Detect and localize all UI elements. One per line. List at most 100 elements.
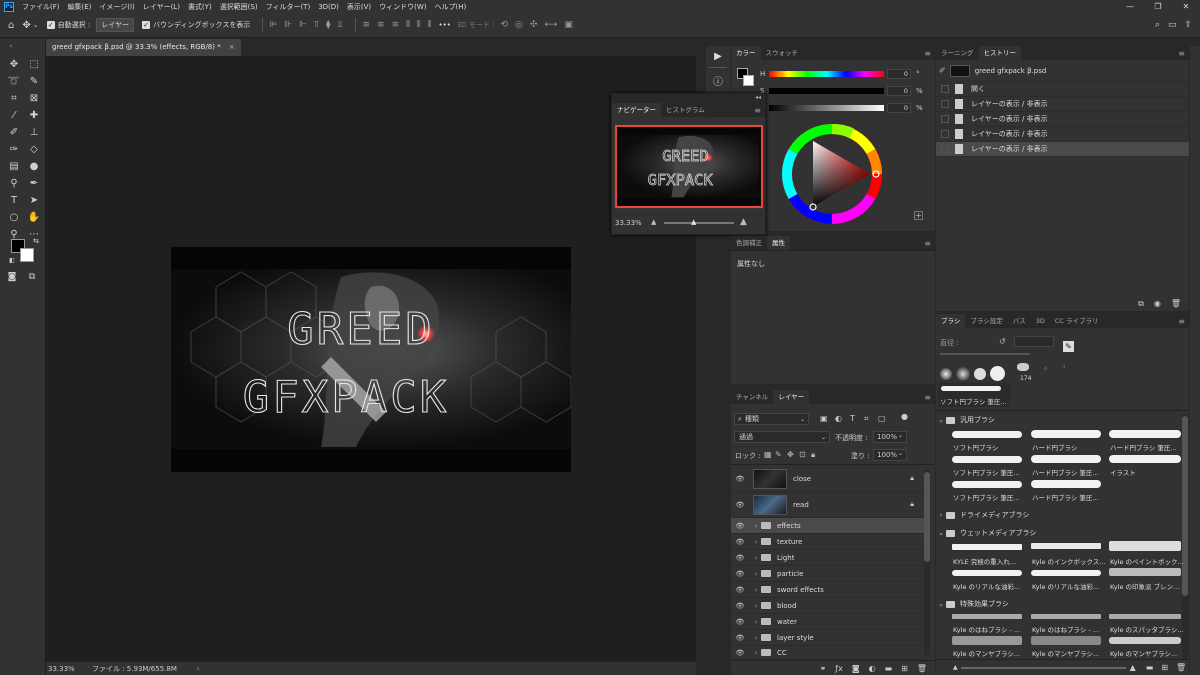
tab-history[interactable]: ヒストリー [978, 46, 1021, 60]
eye-icon[interactable]: 👁︎ [733, 475, 747, 483]
saturation-slider[interactable] [769, 88, 884, 94]
brush-preset-soft2[interactable] [956, 367, 970, 381]
layer-row[interactable]: 👁︎ › sword effects [731, 582, 924, 598]
brush-name[interactable]: ハード円ブラシ 筆圧... [1032, 492, 1099, 502]
pen-tool-icon[interactable]: ✒ [27, 178, 41, 190]
brush-preset-hard2[interactable] [990, 366, 1005, 381]
layer-row[interactable]: 👁︎ › CC [731, 646, 924, 660]
align-right-icon[interactable]: ⊩ [299, 20, 307, 30]
b-value-field[interactable]: 0 [887, 103, 911, 113]
home-icon[interactable]: ⌂ [8, 20, 14, 31]
menu-file[interactable]: ファイル(F) [18, 2, 64, 12]
size-slider[interactable] [940, 353, 1030, 355]
panel-menu-icon[interactable]: ≡ [924, 239, 931, 248]
hand-tool-icon[interactable]: ✋ [27, 212, 41, 224]
navigator-drag-bar[interactable]: ◂◂ [612, 94, 765, 103]
tab-3d[interactable]: 3D [1031, 314, 1050, 328]
menu-image[interactable]: イメージ(I) [95, 2, 138, 12]
history-brush-tool-icon[interactable]: ✑ [7, 144, 21, 156]
healing-brush-tool-icon[interactable]: ✚ [27, 110, 41, 122]
filter-smart-object-icon[interactable]: ▢ [878, 414, 886, 423]
add-swatch-button[interactable]: + [914, 211, 923, 220]
brush-preset-hard[interactable] [974, 368, 986, 380]
brush-name[interactable]: Kyle のマンヤブラシ... [953, 648, 1020, 658]
tab-learning[interactable]: ラーニング [936, 46, 979, 60]
ellipse-tool-icon[interactable]: ○ [7, 212, 21, 224]
s-value-field[interactable]: 0 [887, 86, 911, 96]
brush-group-header[interactable]: ⌄ 特殊効果ブラシ [936, 597, 1188, 611]
menu-filter[interactable]: フィルター(T) [262, 2, 315, 12]
tab-cc-libraries[interactable]: CC ライブラリ [1050, 314, 1104, 328]
chevron-right-icon[interactable]: › [751, 586, 761, 594]
gradient-tool-icon[interactable]: ▤ [7, 161, 21, 173]
chevron-right-icon[interactable]: › [751, 634, 761, 642]
history-item[interactable]: レイヤーの表示 / 非表示 [936, 97, 1189, 112]
lock-all-icon[interactable]: 🔒︎ [811, 450, 815, 460]
brush-name[interactable]: Kyle のリアルな油彩... [953, 581, 1020, 591]
tab-color[interactable]: カラー [731, 46, 761, 60]
search-icon[interactable]: ⌕ [1155, 20, 1160, 30]
panel-menu-icon[interactable]: ≡ [1178, 49, 1185, 58]
brush-name[interactable]: ハード円ブラシ 筆圧... [1032, 467, 1099, 477]
layer-row[interactable]: 👁︎ read 🔒︎ [731, 492, 924, 518]
align-left-icon[interactable]: ⊫ [269, 20, 277, 30]
close-window-button[interactable]: ✕ [1172, 2, 1200, 11]
3d-orbit-icon[interactable]: ⟲ [501, 20, 509, 30]
3d-roll-icon[interactable]: ◎ [515, 20, 523, 30]
layer-row-selected[interactable]: 👁︎ › effects [731, 518, 924, 534]
brush-name[interactable]: イラスト [1110, 467, 1136, 477]
scrollbar-thumb[interactable] [1182, 416, 1188, 596]
eye-icon[interactable]: 👁︎ [733, 634, 747, 642]
align-bottom-icon[interactable]: ⫫ [337, 20, 342, 30]
brush-name[interactable]: Kyle のリアルな油彩... [1032, 581, 1099, 591]
brush-tool-icon[interactable]: ✐ [7, 127, 21, 139]
actions-play-icon[interactable]: ▶ [706, 51, 730, 62]
bounding-box-checkbox[interactable]: ✓ [142, 21, 151, 29]
tab-brushes[interactable]: ブラシ [936, 314, 966, 328]
brush-preset-dots2[interactable]: ⁖ [1062, 364, 1066, 371]
color-wheel[interactable] [781, 123, 883, 225]
maximize-button[interactable]: ❐ [1144, 2, 1172, 11]
lock-artboard-icon[interactable]: ⊡ [799, 450, 806, 459]
tab-properties[interactable]: 属性 [767, 236, 790, 250]
align-vcenter-icon[interactable]: ⧫ [326, 20, 330, 30]
current-brush-tile[interactable]: ソフト円ブラシ 筆圧... [938, 383, 1010, 407]
layers-scrollbar[interactable] [924, 470, 930, 655]
chevron-down-icon[interactable]: ⌄ [898, 450, 903, 457]
brush-name[interactable]: ハード円ブラシ [1032, 442, 1077, 452]
zoom-out-icon[interactable]: ▲ [651, 218, 656, 226]
zoom-slider-thumb[interactable]: ▲ [691, 218, 696, 226]
history-brush-source-icon[interactable]: ✐ [939, 66, 946, 75]
move-tool-icon[interactable]: ✥ [22, 20, 30, 31]
tab-brush-settings[interactable]: ブラシ設定 [965, 314, 1007, 328]
menu-layer[interactable]: レイヤー(L) [139, 2, 184, 12]
brush-name[interactable]: Kyle のはねブラシ - ... [953, 624, 1020, 634]
lock-position-icon[interactable]: ✥ [787, 450, 794, 459]
brush-name[interactable]: Kyle のはねブラシ - ... [1032, 624, 1099, 634]
scrollbar-thumb[interactable] [924, 472, 930, 562]
minimize-button[interactable]: — [1116, 2, 1144, 11]
document-canvas[interactable]: GREED GFXPACK [171, 247, 571, 472]
layer-row[interactable]: 👁︎ › Light [731, 550, 924, 566]
brush-preset-dots[interactable]: ⁘ [1043, 366, 1048, 373]
chevron-down-icon[interactable]: ⌄ [898, 432, 903, 439]
distribute-2-icon[interactable]: ≡ [377, 20, 385, 30]
3d-slide-icon[interactable]: ⟷ [544, 20, 557, 30]
add-mask-icon[interactable]: ◙ [852, 664, 860, 673]
move-tool-icon[interactable]: ✥ [7, 59, 21, 71]
chevron-right-icon[interactable]: › [751, 554, 761, 562]
brush-preview-toggle-icon[interactable]: ✎ [1063, 341, 1074, 352]
quick-mask-icon[interactable]: ◙ [5, 271, 19, 283]
panel-menu-icon[interactable]: ≡ [924, 393, 931, 402]
align-hcenter-icon[interactable]: ⊪ [284, 20, 292, 30]
zoom-slider[interactable] [664, 222, 734, 224]
clone-stamp-tool-icon[interactable]: ⊥ [27, 127, 41, 139]
auto-select-checkbox[interactable]: ✓ [46, 21, 55, 29]
eye-icon[interactable]: 👁︎ [733, 602, 747, 610]
tab-channels[interactable]: チャンネル [731, 390, 773, 404]
background-color-swatch[interactable] [20, 248, 34, 262]
filter-shape-icon[interactable]: ⌗ [864, 414, 869, 424]
menu-window[interactable]: ウィンドウ(W) [375, 2, 430, 12]
lock-pixels-icon[interactable]: ✎ [775, 450, 782, 459]
panel-menu-icon[interactable]: ≡ [924, 49, 931, 58]
